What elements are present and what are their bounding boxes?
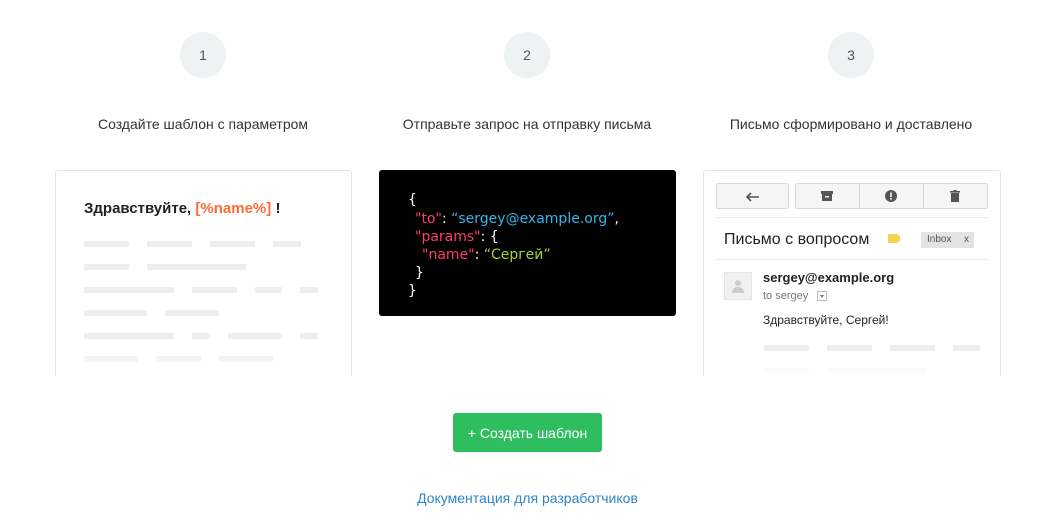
placeholder-line — [165, 310, 219, 316]
api-request-code-card: { "to": “sergey@example.org”, "params": … — [379, 170, 676, 316]
delivered-mail-card: Письмо с вопросом Inbox x sergey@example… — [703, 170, 1001, 376]
create-template-button[interactable]: + Создать шаблон — [453, 413, 602, 452]
placeholder-line — [147, 241, 192, 247]
person-icon — [732, 280, 744, 293]
mail-body-text: Здравствуйте, Сергей! — [763, 313, 889, 327]
placeholder-line — [210, 241, 255, 247]
developer-docs-link[interactable]: Документация для разработчиков — [0, 490, 1045, 506]
placeholder-line — [84, 310, 147, 316]
reply-button[interactable] — [716, 183, 789, 209]
inbox-label: Inbox — [927, 234, 952, 245]
remove-label-button[interactable]: x — [964, 232, 969, 248]
step-title: Отправьте запрос на отправку письма — [402, 116, 652, 132]
placeholder-line — [84, 287, 174, 293]
name-parameter: [%name%] — [195, 200, 272, 217]
step-2: 2 Отправьте запрос на отправку письма — [362, 0, 692, 140]
step-title: Письмо сформировано и доставлено — [729, 116, 973, 132]
placeholder-line — [84, 264, 129, 270]
archive-icon — [821, 191, 833, 201]
placeholder-line — [192, 333, 210, 339]
fade-overlay — [704, 350, 1000, 376]
code-params-open: : { — [480, 229, 499, 245]
reply-icon — [746, 192, 759, 202]
placeholder-line — [300, 287, 318, 293]
code-value-to: “sergey@example.org” — [451, 211, 615, 227]
label-tag-icon — [888, 234, 900, 243]
divider — [716, 217, 988, 218]
delete-button[interactable] — [923, 183, 988, 209]
step-number-badge: 2 — [504, 32, 550, 78]
placeholder-line — [147, 264, 246, 270]
code-line-params: "params": { — [415, 228, 499, 246]
step-number-badge: 3 — [828, 32, 874, 78]
trash-icon — [950, 190, 960, 202]
inbox-label-chip[interactable]: Inbox x — [921, 232, 974, 248]
placeholder-line — [300, 333, 318, 339]
code-line-to: "to": “sergey@example.org”, — [415, 211, 619, 227]
template-preview-card: Здравствуйте, [%name%] ! — [55, 170, 352, 376]
step-number-badge: 1 — [180, 32, 226, 78]
show-details-dropdown[interactable] — [817, 291, 827, 301]
code-open-brace: { — [408, 192, 417, 208]
report-spam-button[interactable] — [859, 183, 923, 209]
recipient-line: to sergey — [763, 290, 809, 302]
archive-button[interactable] — [795, 183, 859, 209]
placeholder-line — [84, 333, 174, 339]
template-greeting: Здравствуйте, [%name%] ! — [84, 200, 280, 217]
code-inner-close: } — [415, 265, 424, 281]
step-1: 1 Создайте шаблон с параметром — [38, 0, 368, 140]
placeholder-line — [273, 241, 301, 247]
fade-overlay — [56, 350, 351, 376]
sender-avatar — [724, 272, 752, 300]
code-key-name: "name" — [422, 247, 475, 263]
greeting-exclamation: ! — [275, 200, 281, 217]
code-close-brace: } — [408, 283, 417, 299]
code-key-to: "to" — [415, 211, 442, 227]
greeting-text: Здравствуйте, — [84, 200, 192, 217]
code-line-name: "name": “Сергей” — [422, 247, 551, 263]
step-3: 3 Письмо сформировано и доставлено — [686, 0, 1016, 140]
placeholder-line — [84, 241, 129, 247]
placeholder-line — [255, 287, 282, 293]
step-title: Создайте шаблон с параметром — [97, 116, 309, 132]
divider — [716, 259, 988, 260]
placeholder-line — [228, 333, 282, 339]
spam-icon — [885, 190, 897, 202]
code-value-name: “Сергей” — [483, 247, 551, 263]
placeholder-line — [192, 287, 237, 293]
page: 1 Создайте шаблон с параметром 2 Отправь… — [0, 0, 1045, 526]
sender-address: sergey@example.org — [763, 270, 895, 285]
code-key-params: "params" — [415, 229, 481, 245]
mail-subject: Письмо с вопросом — [724, 231, 870, 248]
